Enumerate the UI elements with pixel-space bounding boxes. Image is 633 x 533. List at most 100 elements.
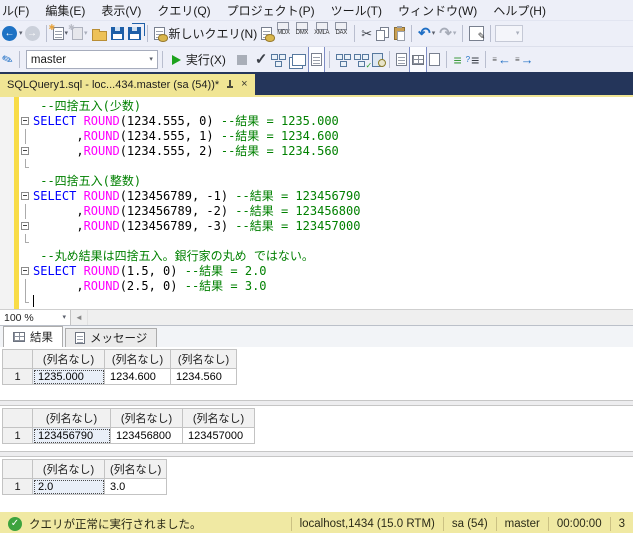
cancel-query-button[interactable] bbox=[231, 48, 253, 71]
save-all-button[interactable] bbox=[126, 22, 143, 45]
menu-item[interactable]: ル(F) bbox=[0, 0, 37, 21]
column-header[interactable]: (列名なし) bbox=[104, 349, 171, 369]
close-icon[interactable]: × bbox=[241, 79, 247, 90]
query-type-button-mdx[interactable]: MDX bbox=[274, 22, 292, 45]
code-line[interactable]: --四捨五入(整数) bbox=[19, 174, 633, 189]
code-line[interactable]: --丸め結果は四捨五入。銀行家の丸め ではない。 bbox=[19, 249, 633, 264]
paste-button[interactable] bbox=[392, 22, 407, 45]
menu-item[interactable]: 表示(V) bbox=[93, 0, 149, 21]
navigate-forward-button[interactable]: → bbox=[23, 22, 42, 45]
code-line[interactable]: --四捨五入(少数) bbox=[19, 99, 633, 114]
cut-button[interactable]: ✂ bbox=[359, 22, 374, 45]
fold-minus-icon[interactable] bbox=[19, 264, 33, 279]
code-line[interactable] bbox=[19, 159, 633, 174]
column-header[interactable]: (列名なし) bbox=[103, 459, 168, 479]
corner-cell[interactable] bbox=[2, 349, 33, 369]
query-type-button-dmx[interactable]: DMX bbox=[293, 22, 311, 45]
code-line[interactable]: SELECT ROUND(123456789, -1) --結果 = 12345… bbox=[19, 189, 633, 204]
decrease-indent-button[interactable]: ≡ ← bbox=[490, 48, 513, 71]
increase-indent-button[interactable]: ≡ → bbox=[513, 48, 536, 71]
add-item-caret[interactable]: ▾ bbox=[84, 30, 88, 37]
code-line[interactable]: ,ROUND(1234.555, 2) --結果 = 1234.560 bbox=[19, 144, 633, 159]
fold-minus-icon[interactable] bbox=[19, 114, 33, 129]
code-line[interactable]: SELECT ROUND(1234.555, 0) --結果 = 1235.00… bbox=[19, 114, 633, 129]
disabled-combo[interactable]: ▾ bbox=[495, 25, 524, 42]
row-header[interactable]: 1 bbox=[2, 368, 33, 385]
grid-cell[interactable]: 1234.600 bbox=[104, 368, 171, 385]
code-line[interactable] bbox=[19, 294, 633, 309]
code-line[interactable] bbox=[19, 234, 633, 249]
intellisense-toggle[interactable] bbox=[308, 47, 326, 72]
query-options-button[interactable] bbox=[287, 48, 308, 71]
navigate-back-button[interactable]: ← bbox=[0, 22, 19, 45]
menu-item[interactable]: 編集(E) bbox=[37, 0, 93, 21]
corner-cell[interactable] bbox=[2, 459, 33, 479]
change-connection-button[interactable]: ✎ bbox=[0, 48, 15, 71]
comment-button[interactable]: ≡ bbox=[451, 48, 463, 71]
redo-button[interactable]: ↷ ▾ bbox=[437, 22, 458, 45]
undo-button[interactable]: ↶ ▾ bbox=[416, 22, 437, 45]
execute-button[interactable]: 実行(X) bbox=[167, 48, 231, 71]
code-line[interactable]: ,ROUND(123456789, -2) --結果 = 123456800 bbox=[19, 204, 633, 219]
results-to-file-button[interactable] bbox=[427, 48, 442, 71]
code-line[interactable]: ,ROUND(1234.555, 1) --結果 = 1234.600 bbox=[19, 129, 633, 144]
corner-cell[interactable] bbox=[2, 408, 33, 428]
menu-item[interactable]: ヘルプ(H) bbox=[485, 0, 554, 21]
new-query-button[interactable]: 新しいクエリ(N) bbox=[152, 22, 260, 45]
grid-cell[interactable]: 123456800 bbox=[110, 427, 183, 444]
save-button[interactable] bbox=[109, 22, 126, 45]
menu-item[interactable]: プロジェクト(P) bbox=[219, 0, 323, 21]
parse-button[interactable]: ✓ bbox=[253, 48, 270, 71]
grid-cell[interactable]: 123457000 bbox=[182, 427, 255, 444]
specify-template-values-button[interactable] bbox=[334, 48, 352, 71]
results-to-grid-toggle[interactable] bbox=[409, 47, 428, 72]
document-tab[interactable]: SQLQuery1.sql - loc...434.master (sa (54… bbox=[0, 74, 255, 95]
database-engine-query-button[interactable] bbox=[259, 22, 276, 45]
copy-button[interactable] bbox=[374, 22, 392, 45]
column-header[interactable]: (列名なし) bbox=[32, 459, 105, 479]
add-item-button[interactable]: ✱ ▾ bbox=[68, 22, 90, 45]
editor-zoom-combo[interactable]: 100 % ▾ bbox=[0, 310, 71, 325]
menu-item[interactable]: クエリ(Q) bbox=[149, 0, 218, 21]
column-header[interactable]: (列名なし) bbox=[110, 408, 183, 428]
fold-line-icon bbox=[19, 279, 33, 294]
column-header[interactable]: (列名なし) bbox=[170, 349, 237, 369]
generate-script-button[interactable] bbox=[467, 22, 486, 45]
query-type-button-dax[interactable]: DAX bbox=[332, 22, 350, 45]
fold-minus-icon[interactable] bbox=[19, 189, 33, 204]
fold-minus-icon[interactable] bbox=[19, 219, 33, 234]
grid-cell[interactable]: 1235.000 bbox=[32, 368, 105, 385]
grid-cell[interactable]: 123456790 bbox=[32, 427, 111, 444]
grid-cell[interactable]: 2.0 bbox=[32, 478, 105, 495]
code-line[interactable]: ,ROUND(123456789, -3) --結果 = 123457000 bbox=[19, 219, 633, 234]
grid-cell[interactable]: 1234.560 bbox=[170, 368, 237, 385]
redo-caret[interactable]: ▾ bbox=[453, 30, 457, 37]
sql-editor[interactable]: --四捨五入(少数) SELECT ROUND(1234.555, 0) --結果… bbox=[0, 97, 633, 309]
grid-cell[interactable]: 3.0 bbox=[103, 478, 168, 495]
available-databases-combo[interactable]: master ▾ bbox=[25, 50, 158, 69]
column-header[interactable]: (列名なし) bbox=[182, 408, 255, 428]
menu-item[interactable]: ツール(T) bbox=[323, 0, 390, 21]
code-line[interactable]: SELECT ROUND(1.5, 0) --結果 = 2.0 bbox=[19, 264, 633, 279]
fold-minus-icon[interactable] bbox=[19, 144, 33, 159]
code-line[interactable]: ,ROUND(2.5, 0) --結果 = 3.0 bbox=[19, 279, 633, 294]
column-header[interactable]: (列名なし) bbox=[32, 349, 105, 369]
hscroll-left-button[interactable]: ◄ bbox=[71, 310, 88, 325]
column-header[interactable]: (列名なし) bbox=[32, 408, 111, 428]
row-header[interactable]: 1 bbox=[2, 427, 33, 444]
undo-caret[interactable]: ▾ bbox=[432, 30, 436, 37]
open-file-button[interactable] bbox=[90, 22, 109, 45]
tab-results[interactable]: 結果 bbox=[3, 326, 63, 347]
code-area[interactable]: --四捨五入(少数) SELECT ROUND(1234.555, 0) --結果… bbox=[19, 99, 633, 309]
uncomment-button[interactable]: ? ≡ bbox=[464, 48, 482, 71]
estimated-plan-button[interactable] bbox=[269, 48, 287, 71]
query-type-button-xmla[interactable]: XMLA bbox=[311, 22, 332, 45]
tab-messages[interactable]: メッセージ bbox=[65, 328, 158, 347]
live-query-stats-button[interactable] bbox=[370, 48, 387, 71]
results-to-text-button[interactable] bbox=[394, 48, 409, 71]
pin-icon[interactable] bbox=[226, 79, 234, 90]
include-actual-plan-button[interactable]: ✓ bbox=[352, 48, 372, 71]
row-header[interactable]: 1 bbox=[2, 478, 33, 495]
hscroll-track[interactable] bbox=[88, 310, 633, 325]
menu-item[interactable]: ウィンドウ(W) bbox=[390, 0, 485, 21]
